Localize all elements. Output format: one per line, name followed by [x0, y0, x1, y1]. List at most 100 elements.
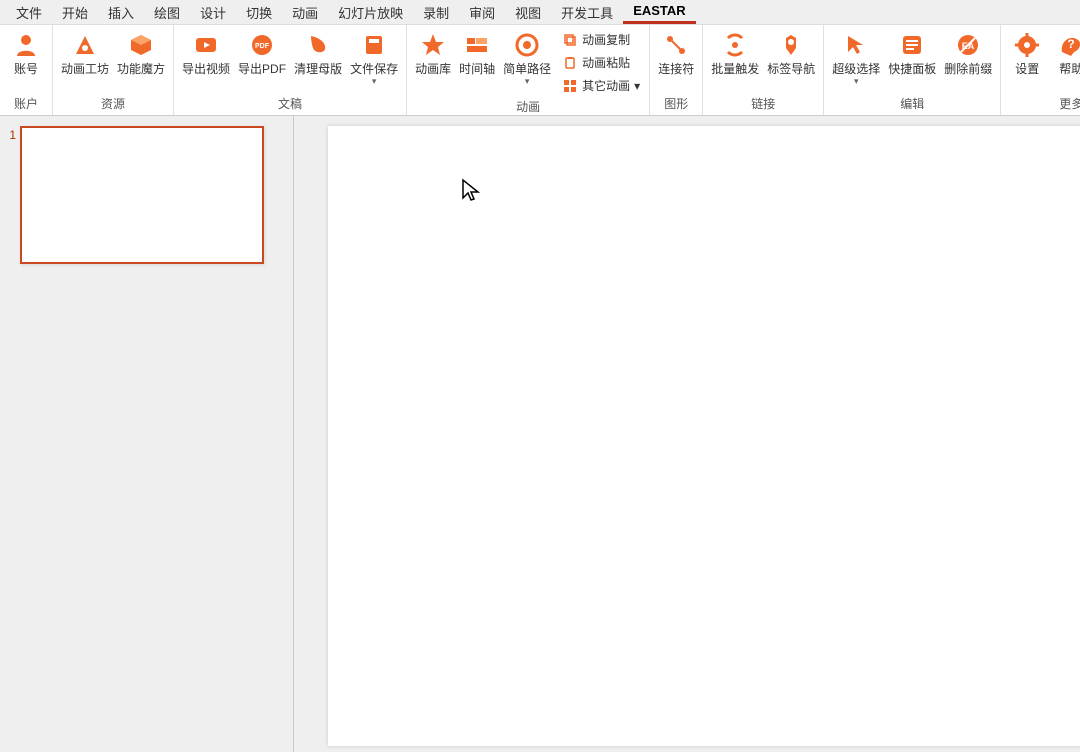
animation-workshop-icon [71, 31, 99, 59]
file-save-icon [360, 31, 388, 59]
other-anim-button[interactable]: 其它动画 ▾ [559, 75, 643, 96]
menu-insert[interactable]: 插入 [98, 0, 144, 25]
group-account: 账号 账户 [0, 25, 53, 115]
chevron-down-icon: ▾ [525, 77, 530, 86]
slide-panel[interactable]: 1 [0, 116, 294, 752]
menu-transitions[interactable]: 切换 [236, 0, 282, 25]
menu-draw[interactable]: 绘图 [144, 0, 190, 25]
feature-cube-label: 功能魔方 [117, 62, 165, 76]
slide-canvas[interactable] [328, 126, 1080, 746]
super-select-icon [842, 31, 870, 59]
chevron-down-icon: ▾ [854, 77, 859, 86]
other-anim-label: 其它动画 [582, 77, 630, 94]
settings-label: 设置 [1015, 62, 1039, 76]
delete-prefix-button[interactable]: EA 删除前缀 [940, 27, 996, 76]
simple-path-label: 简单路径 [503, 62, 551, 76]
group-account-label: 账户 [4, 93, 48, 115]
ribbon: 账号 账户 动画工坊 功能魔方 资源 [0, 24, 1080, 116]
other-anim-icon [562, 78, 578, 94]
slide-thumbnail-row: 1 [0, 126, 293, 264]
account-label: 账号 [14, 62, 38, 76]
feature-cube-icon [127, 31, 155, 59]
connector-icon [662, 31, 690, 59]
account-icon [12, 31, 40, 59]
workspace: 1 [0, 116, 1080, 752]
export-pdf-button[interactable]: PDF 导出PDF [234, 27, 290, 76]
batch-trigger-button[interactable]: 批量触发 [707, 27, 763, 76]
account-button[interactable]: 账号 [4, 27, 48, 76]
menu-review[interactable]: 审阅 [459, 0, 505, 25]
delete-prefix-icon: EA [954, 31, 982, 59]
group-resources: 动画工坊 功能魔方 资源 [53, 25, 174, 115]
animation-workshop-button[interactable]: 动画工坊 [57, 27, 113, 76]
help-icon: ? [1057, 31, 1080, 59]
file-save-button[interactable]: 文件保存 ▾ [346, 27, 402, 86]
clean-master-button[interactable]: 清理母版 [290, 27, 346, 76]
group-animation-label: 动画 [411, 96, 645, 118]
help-button[interactable]: ? 帮助 [1049, 27, 1080, 76]
animation-lib-button[interactable]: 动画库 [411, 27, 455, 76]
group-link: 批量触发 标签导航 链接 [703, 25, 824, 115]
super-select-label: 超级选择 [832, 62, 880, 76]
slide-number: 1 [6, 126, 20, 142]
settings-icon [1013, 31, 1041, 59]
group-more-label: 更多 [1005, 93, 1080, 115]
timeline-icon [463, 31, 491, 59]
export-pdf-label: 导出PDF [238, 62, 286, 76]
menu-slideshow[interactable]: 幻灯片放映 [328, 0, 413, 25]
animation-lib-icon [419, 31, 447, 59]
file-save-label: 文件保存 [350, 62, 398, 76]
menu-view[interactable]: 视图 [505, 0, 551, 25]
quick-panel-icon [898, 31, 926, 59]
quick-panel-label: 快捷面板 [888, 62, 936, 76]
menu-record[interactable]: 录制 [413, 0, 459, 25]
tag-nav-label: 标签导航 [767, 62, 815, 76]
menu-home[interactable]: 开始 [52, 0, 98, 25]
menu-file[interactable]: 文件 [6, 0, 52, 25]
svg-text:?: ? [1068, 37, 1075, 51]
group-document: 导出视频 PDF 导出PDF 清理母版 文件保存 ▾ [174, 25, 407, 115]
feature-cube-button[interactable]: 功能魔方 [113, 27, 169, 76]
menu-bar: 文件 开始 插入 绘图 设计 切换 动画 幻灯片放映 录制 审阅 视图 开发工具… [0, 0, 1080, 24]
slide-thumbnail[interactable] [20, 126, 264, 264]
delete-prefix-label: 删除前缀 [944, 62, 992, 76]
menu-developer[interactable]: 开发工具 [551, 0, 623, 25]
group-animation: 动画库 时间轴 简单路径 ▾ 动画复制 [407, 25, 650, 115]
connector-button[interactable]: 连接符 [654, 27, 698, 76]
canvas-area [294, 116, 1080, 752]
anim-copy-label: 动画复制 [582, 31, 630, 48]
help-label: 帮助 [1059, 62, 1080, 76]
simple-path-icon [513, 31, 541, 59]
svg-text:PDF: PDF [255, 43, 270, 50]
tag-nav-button[interactable]: 标签导航 [763, 27, 819, 76]
anim-copy-button[interactable]: 动画复制 [559, 29, 643, 50]
chevron-down-icon: ▾ [634, 79, 640, 93]
settings-button[interactable]: 设置 [1005, 27, 1049, 76]
anim-paste-icon [562, 55, 578, 71]
group-shape-label: 图形 [654, 93, 698, 115]
menu-eastar[interactable]: EASTAR [623, 0, 695, 24]
group-document-label: 文稿 [178, 93, 402, 115]
group-edit: 超级选择 ▾ 快捷面板 EA 删除前缀 编辑 [824, 25, 1001, 115]
export-video-button[interactable]: 导出视频 [178, 27, 234, 76]
group-resources-label: 资源 [57, 93, 169, 115]
timeline-label: 时间轴 [459, 62, 495, 76]
timeline-button[interactable]: 时间轴 [455, 27, 499, 76]
batch-trigger-icon [721, 31, 749, 59]
group-link-label: 链接 [707, 93, 819, 115]
animation-workshop-label: 动画工坊 [61, 62, 109, 76]
animation-lib-label: 动画库 [415, 62, 451, 76]
export-video-icon [192, 31, 220, 59]
anim-copy-icon [562, 32, 578, 48]
quick-panel-button[interactable]: 快捷面板 [884, 27, 940, 76]
connector-label: 连接符 [658, 62, 694, 76]
group-more: 设置 ? 帮助 关于 更多 [1001, 25, 1080, 115]
menu-design[interactable]: 设计 [190, 0, 236, 25]
simple-path-button[interactable]: 简单路径 ▾ [499, 27, 555, 86]
menu-animations[interactable]: 动画 [282, 0, 328, 25]
group-shape: 连接符 图形 [650, 25, 703, 115]
batch-trigger-label: 批量触发 [711, 62, 759, 76]
super-select-button[interactable]: 超级选择 ▾ [828, 27, 884, 86]
anim-paste-button[interactable]: 动画粘贴 [559, 52, 643, 73]
group-edit-label: 编辑 [828, 93, 996, 115]
